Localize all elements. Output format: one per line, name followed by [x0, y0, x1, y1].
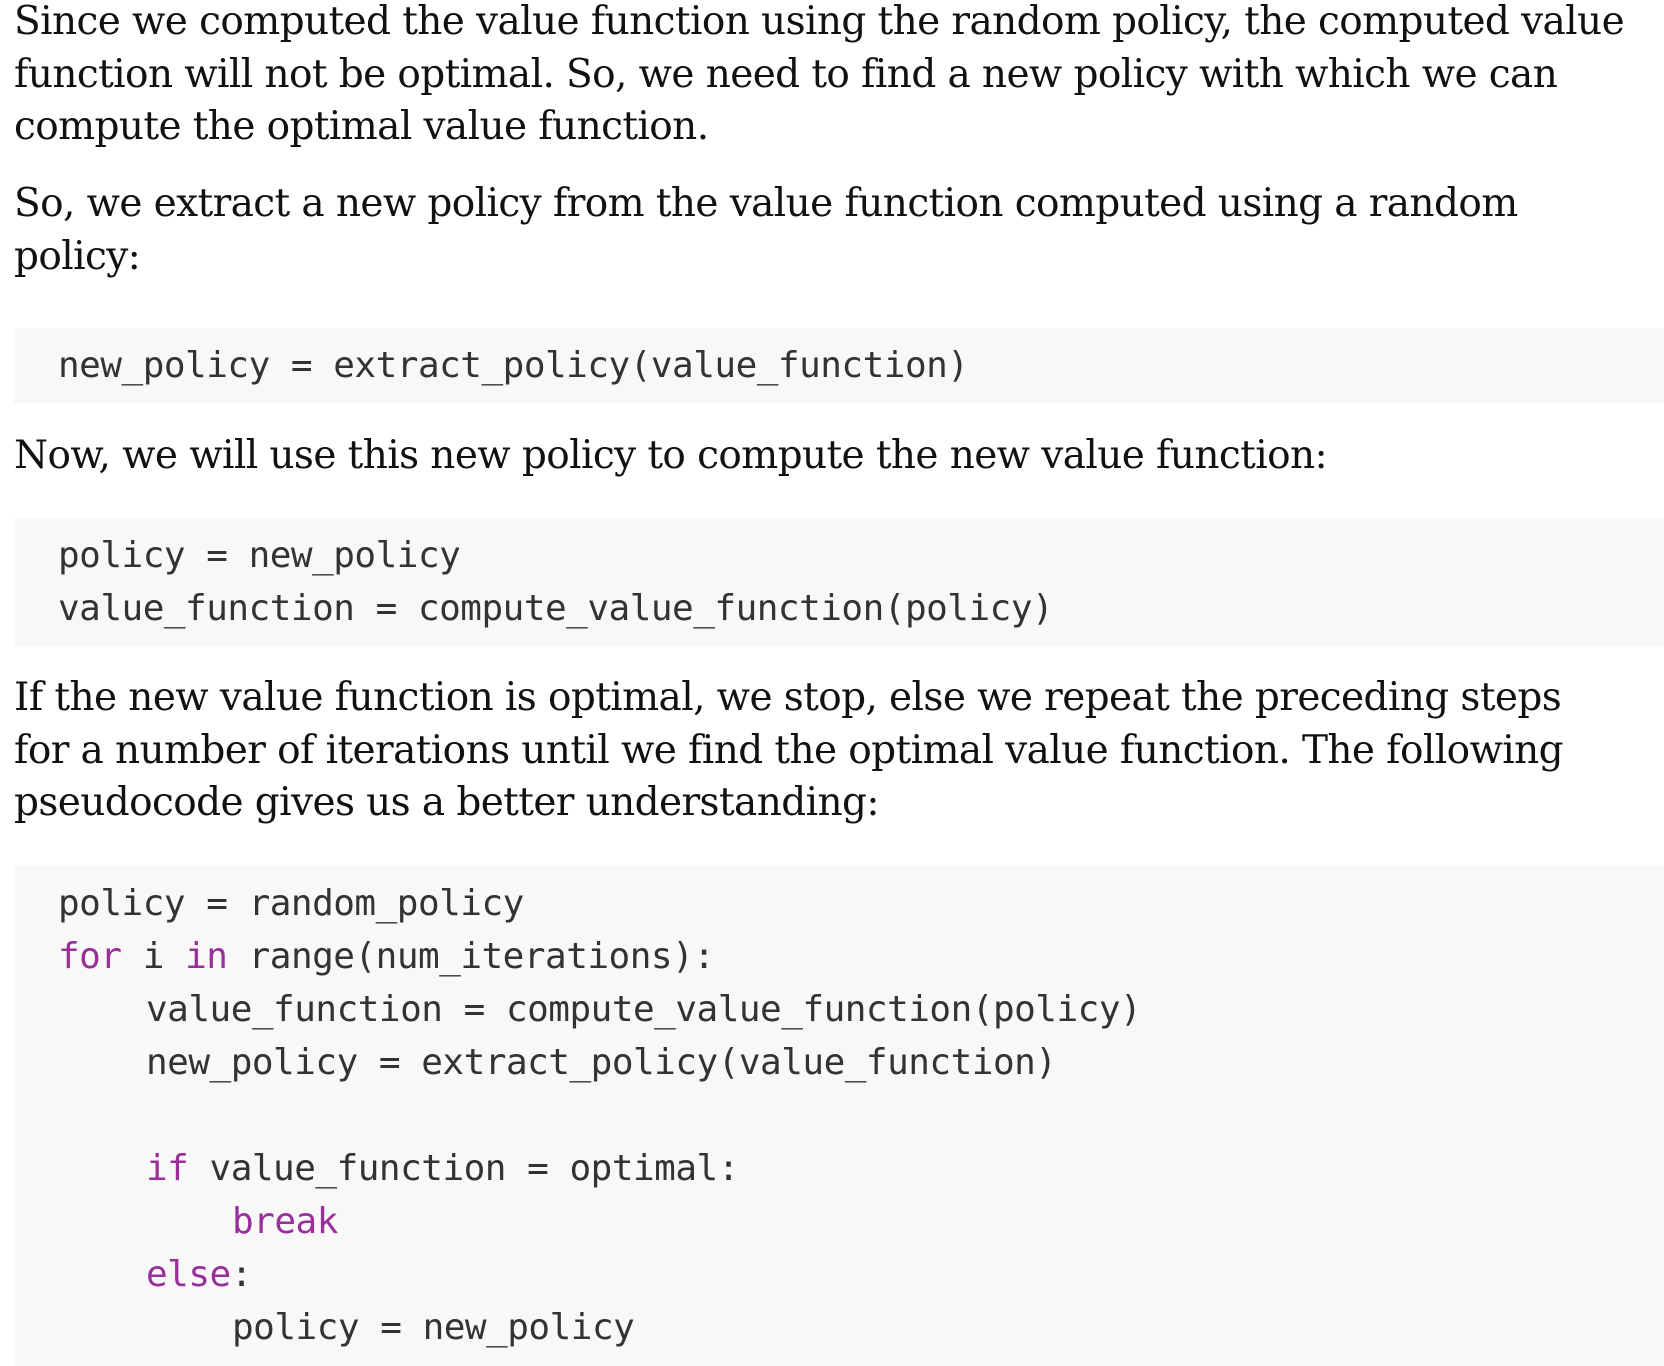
paragraph-line: pseudocode gives us a better understandi…: [14, 780, 879, 825]
keyword-for: for: [58, 936, 122, 977]
code-line: policy = random_policy: [58, 883, 524, 924]
code-block-extract-policy: new_policy = extract_policy(value_functi…: [14, 328, 1664, 403]
code-token: i: [121, 936, 186, 977]
paragraph-line: Since we computed the value function usi…: [14, 0, 1625, 44]
code-line: value_function = compute_value_function(…: [58, 588, 1054, 629]
keyword-if: if: [146, 1148, 189, 1189]
paragraph-line: function will not be optimal. So, we nee…: [14, 51, 1558, 97]
paragraph-line: Now, we will use this new policy to comp…: [14, 433, 1328, 478]
paragraph-line: If the new value function is optimal, we…: [14, 675, 1562, 720]
code-line: new_policy = extract_policy(value_functi…: [146, 1042, 1057, 1083]
paragraph-line: policy:: [14, 233, 141, 279]
code-token: range(num_iterations):: [227, 936, 715, 977]
code-block-pseudocode: policy = random_policy for i in range(nu…: [14, 866, 1664, 1366]
code-line: if value_function = optimal:: [58, 1142, 1664, 1195]
paragraph-line: compute the optimal value function.: [14, 104, 709, 149]
paragraph-3: Now, we will use this new policy to comp…: [14, 430, 1328, 483]
code-line: value_function = compute_value_function(…: [146, 989, 1142, 1030]
code-token: value_function = optimal:: [188, 1148, 740, 1189]
paragraph-2: So, we extract a new policy from the val…: [14, 178, 1518, 283]
paragraph-1: Since we computed the value function usi…: [14, 0, 1625, 154]
code-line: policy = new_policy: [232, 1307, 635, 1348]
code-line: for i in range(num_iterations):: [58, 930, 1664, 983]
code-line: break: [58, 1195, 1664, 1248]
keyword-break: break: [232, 1201, 338, 1242]
paragraph-4: If the new value function is optimal, we…: [14, 672, 1564, 830]
code-line: else:: [58, 1248, 1664, 1301]
keyword-else: else: [146, 1254, 231, 1295]
paragraph-line: So, we extract a new policy from the val…: [14, 181, 1518, 226]
code-line: new_policy = extract_policy(value_functi…: [58, 345, 969, 386]
code-line: policy = new_policy: [58, 535, 461, 576]
code-token: :: [230, 1254, 253, 1295]
code-block-compute-new-value: policy = new_policy value_function = com…: [14, 518, 1664, 646]
paragraph-line: for a number of iterations until we find…: [14, 727, 1564, 773]
keyword-in: in: [185, 936, 228, 977]
